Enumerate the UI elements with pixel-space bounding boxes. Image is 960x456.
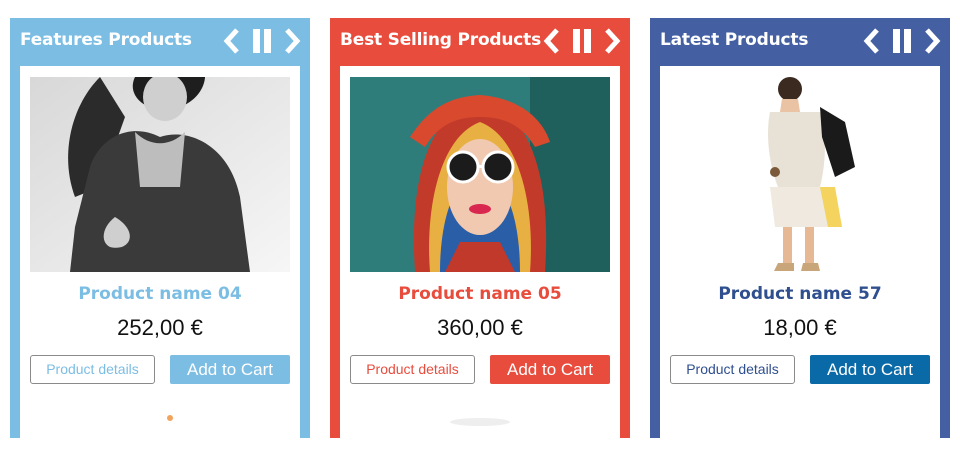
product-price: 252,00 €	[117, 315, 203, 340]
product-image[interactable]	[670, 77, 930, 272]
product-name[interactable]: Product name 05	[340, 284, 620, 304]
latest-products-panel: Latest Products Product name 57 18,00 € …	[650, 18, 950, 456]
product-price: 18,00 €	[763, 315, 837, 340]
product-name[interactable]: Product name 04	[20, 284, 300, 304]
chevron-right-icon[interactable]	[282, 28, 302, 54]
add-to-cart-button[interactable]: Add to Cart	[810, 355, 930, 384]
panel-header: Best Selling Products	[330, 18, 630, 66]
chevron-right-icon[interactable]	[602, 28, 622, 54]
next-product-card	[660, 396, 940, 456]
carousel-controls	[542, 28, 622, 54]
chevron-left-icon[interactable]	[542, 28, 562, 54]
add-to-cart-button[interactable]: Add to Cart	[170, 355, 290, 384]
chevron-left-icon[interactable]	[862, 28, 882, 54]
features-products-panel: Features Products Product name 04 252,00…	[10, 18, 310, 456]
carousel-controls	[222, 28, 302, 54]
product-card: Product name 04 252,00 € Product details…	[20, 66, 300, 396]
product-details-button[interactable]: Product details	[350, 355, 475, 384]
pause-icon[interactable]	[252, 28, 272, 54]
pause-icon[interactable]	[572, 28, 592, 54]
product-price: 360,00 €	[437, 315, 523, 340]
panel-header: Features Products	[10, 18, 310, 66]
add-to-cart-button[interactable]: Add to Cart	[490, 355, 610, 384]
panel-title: Features Products	[20, 30, 192, 50]
product-card: Product name 05 360,00 € Product details…	[340, 66, 620, 396]
product-details-button[interactable]: Product details	[670, 355, 795, 384]
product-image[interactable]	[350, 77, 610, 272]
product-name[interactable]: Product name 57	[660, 284, 940, 304]
next-product-card	[340, 396, 620, 456]
chevron-right-icon[interactable]	[922, 28, 942, 54]
product-details-button[interactable]: Product details	[30, 355, 155, 384]
chevron-left-icon[interactable]	[222, 28, 242, 54]
panel-title: Latest Products	[660, 30, 809, 50]
pause-icon[interactable]	[892, 28, 912, 54]
best-selling-products-panel: Best Selling Products Product name 05 36…	[330, 18, 630, 456]
panel-title: Best Selling Products	[340, 30, 542, 50]
product-card: Product name 57 18,00 € Product details …	[660, 66, 940, 396]
carousel-controls	[862, 28, 942, 54]
panel-header: Latest Products	[650, 18, 950, 66]
product-image[interactable]	[30, 77, 290, 272]
next-product-card	[20, 396, 300, 456]
